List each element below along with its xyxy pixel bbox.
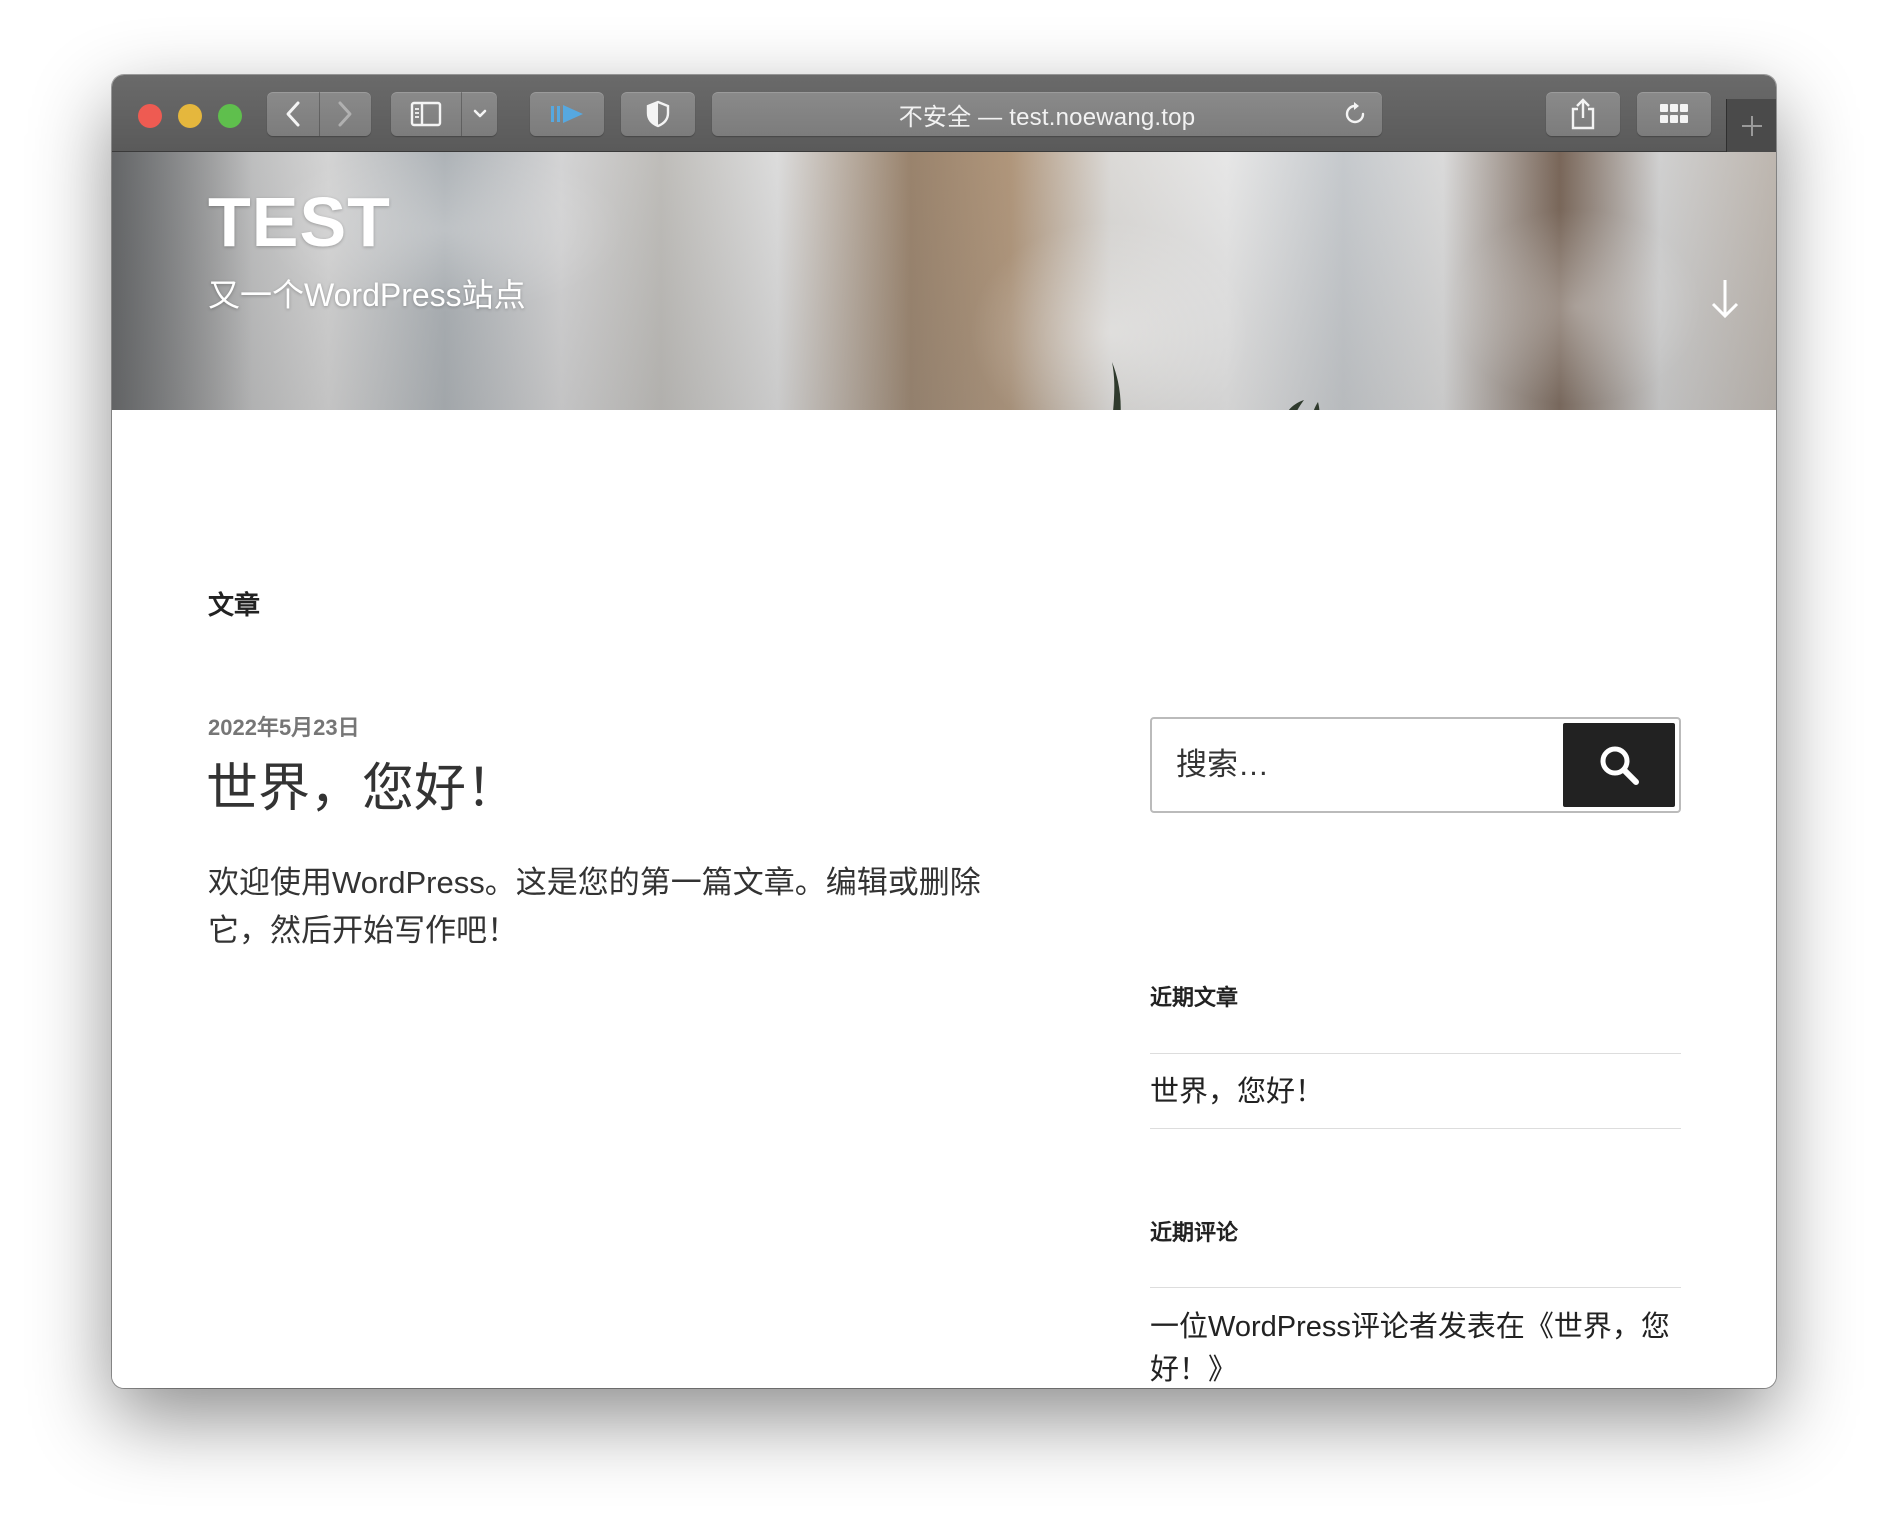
sidebar-menu-button[interactable] (462, 92, 497, 136)
sidebar-icon (410, 101, 442, 127)
recent-posts-list: 世界，您好！ (1150, 1053, 1681, 1129)
zoom-window-button[interactable] (218, 104, 242, 128)
new-tab-button[interactable] (1726, 99, 1776, 152)
shield-icon (646, 100, 670, 128)
page-content: 文章 2022年5月23日 世界，您好！ 欢迎使用WordPress。这是您的第… (112, 410, 1776, 1388)
browser-window: 不安全 — test.noewang.top TEST 又一个WordPress… (112, 75, 1776, 1388)
share-button[interactable] (1546, 92, 1620, 136)
sidebar-toggle-button[interactable] (391, 92, 461, 136)
site-title[interactable]: TEST (208, 182, 391, 262)
navigation-buttons (267, 92, 371, 136)
minimize-window-button[interactable] (178, 104, 202, 128)
address-text: 不安全 — test.noewang.top (898, 103, 1196, 131)
header-plant-image (1112, 362, 1320, 410)
search-button[interactable] (1563, 723, 1675, 807)
chevron-left-icon (286, 101, 300, 127)
arrow-down-icon[interactable] (1710, 278, 1740, 320)
grid-icon (1660, 104, 1688, 123)
recent-post-item[interactable]: 世界，您好！ (1150, 1054, 1681, 1129)
media-play-icon (551, 105, 583, 123)
recent-posts-title: 近期文章 (1150, 985, 1239, 1010)
recent-comment-item[interactable]: 一位WordPress评论者发表在《世界，您好！》 (1150, 1288, 1681, 1388)
media-playback-button[interactable] (530, 92, 604, 136)
post-date[interactable]: 2022年5月23日 (208, 710, 360, 742)
browser-toolbar: 不安全 — test.noewang.top (112, 75, 1776, 152)
chevron-down-icon (473, 109, 486, 118)
header-banner: TEST 又一个WordPress站点 (112, 152, 1776, 410)
search-form (1150, 717, 1681, 813)
sidebar-buttons (391, 92, 497, 136)
address-bar[interactable]: 不安全 — test.noewang.top (712, 92, 1382, 136)
plus-icon (1741, 115, 1762, 136)
recent-comments-list: 一位WordPress评论者发表在《世界，您好！》 (1150, 1287, 1681, 1388)
reload-icon[interactable] (1342, 101, 1368, 127)
privacy-report-button[interactable] (621, 92, 695, 136)
recent-comments-title: 近期评论 (1150, 1220, 1239, 1245)
post-excerpt: 欢迎使用WordPress。这是您的第一篇文章。编辑或删除它，然后开始写作吧！ (208, 865, 981, 948)
back-button[interactable] (267, 92, 319, 136)
page-heading: 文章 (208, 590, 261, 620)
search-input[interactable] (1152, 719, 1562, 811)
show-tabs-button[interactable] (1637, 92, 1711, 136)
forward-button[interactable] (319, 92, 371, 136)
chevron-right-icon (338, 101, 352, 127)
close-window-button[interactable] (138, 104, 162, 128)
post-title[interactable]: 世界，您好！ (206, 746, 518, 821)
site-description: 又一个WordPress站点 (208, 277, 526, 313)
search-icon (1600, 746, 1639, 785)
share-icon (1571, 98, 1595, 130)
